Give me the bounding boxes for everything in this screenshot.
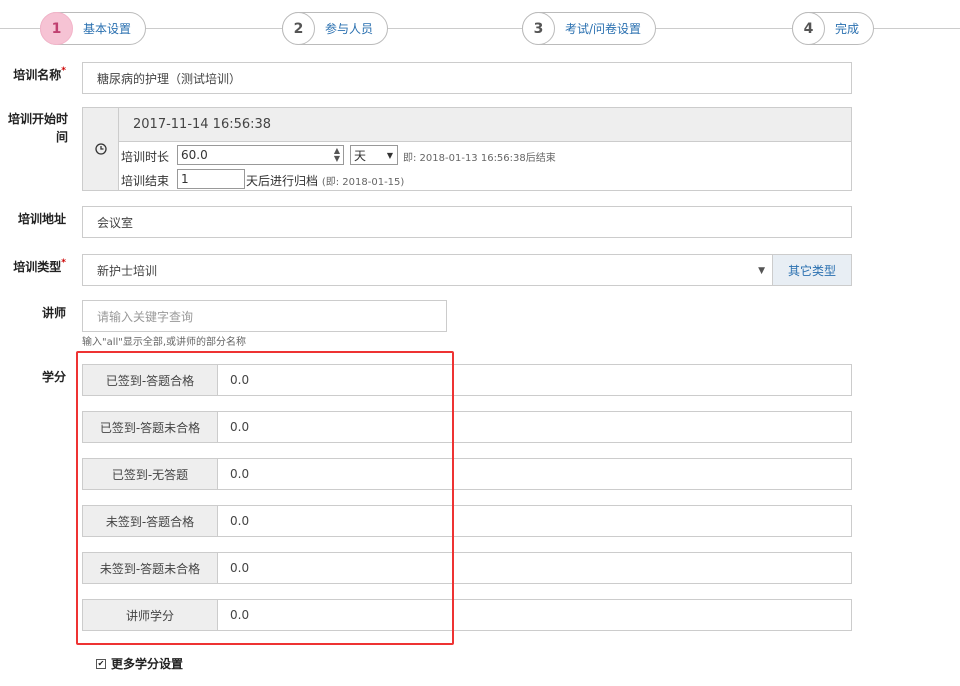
training-name-input[interactable]: 糖尿病的护理（测试培训） (82, 62, 852, 94)
end-label: 培训结束 (121, 174, 170, 188)
type-label: 培训类型* (13, 258, 66, 274)
spinner-icon[interactable]: ▲ ▼ (334, 147, 340, 163)
step-number: 1 (40, 12, 73, 45)
wizard-stepper: 1 基本设置 2 参与人员 3 考试/问卷设置 4 完成 (0, 12, 960, 46)
clock-icon (83, 108, 119, 190)
step-number: 3 (522, 12, 555, 45)
dropdown-arrow-icon: ▼ (758, 266, 765, 276)
other-type-button[interactable]: 其它类型 (772, 254, 852, 286)
duration-note: 即: 2018-01-13 16:56:38后结束 (403, 153, 556, 164)
highlight-frame (76, 351, 454, 645)
duration-input[interactable]: 60.0 ▲ ▼ (177, 145, 344, 165)
start-time-label: 培训开始时间 (7, 112, 68, 144)
dropdown-arrow-icon: ▼ (386, 150, 393, 160)
credit-label: 学分 (41, 370, 66, 384)
end-days-input[interactable]: 1 (177, 169, 245, 189)
step-number: 4 (792, 12, 825, 45)
address-input[interactable]: 会议室 (82, 206, 852, 238)
duration-label: 培训时长 (121, 150, 170, 164)
step-label: 参与人员 (325, 22, 374, 36)
start-time-input[interactable]: 2017-11-14 16:56:38 (119, 108, 851, 142)
teacher-label: 讲师 (41, 306, 66, 320)
step-basic-settings[interactable]: 1 基本设置 (40, 12, 147, 45)
training-name-label: 培训名称* (13, 66, 66, 82)
more-credit-label: 更多学分设置 (111, 657, 184, 671)
step-finish[interactable]: 4 完成 (792, 12, 875, 45)
step-exam-settings[interactable]: 3 考试/问卷设置 (522, 12, 657, 45)
duration-unit-select[interactable]: 天 ▼ (350, 145, 398, 165)
start-time-group: 2017-11-14 16:56:38 培训时长 60.0 ▲ ▼ 天 ▼ 即: 2… (82, 107, 852, 191)
teacher-search-input[interactable]: 请输入关键字查询 (82, 300, 447, 332)
step-label: 考试/问卷设置 (565, 22, 642, 36)
address-label: 培训地址 (17, 212, 66, 226)
step-participants[interactable]: 2 参与人员 (282, 12, 389, 45)
type-select[interactable]: 新护士培训 ▼ (82, 254, 774, 286)
more-credit-checkbox[interactable]: ✔ 更多学分设置 (96, 655, 183, 672)
end-suffix: 天后进行归档 (即: 2018-01-15) (246, 174, 405, 188)
teacher-hint: 输入"all"显示全部,或讲师的部分名称 (82, 337, 247, 348)
step-label: 完成 (835, 22, 860, 36)
step-number: 2 (282, 12, 315, 45)
checkbox-checked-icon: ✔ (96, 658, 106, 669)
step-label: 基本设置 (83, 22, 132, 36)
